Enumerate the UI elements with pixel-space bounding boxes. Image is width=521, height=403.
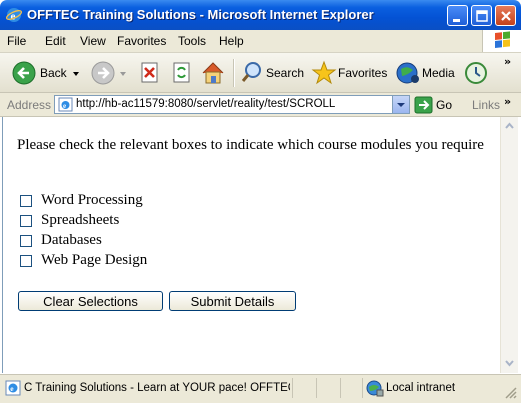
scroll-up-icon[interactable]: [502, 118, 517, 134]
history-icon[interactable]: [463, 58, 489, 88]
refresh-icon[interactable]: [170, 58, 194, 88]
maximize-button[interactable]: [471, 5, 492, 26]
search-button-label[interactable]: Search: [266, 66, 304, 80]
address-input[interactable]: e http://hb-ac11579:8080/servlet/reality…: [54, 95, 410, 114]
status-pane: [292, 378, 315, 398]
address-bar: Address e http://hb-ac11579:8080/servlet…: [0, 93, 521, 117]
databases-checkbox[interactable]: [20, 235, 32, 247]
clear-selections-button[interactable]: Clear Selections: [18, 291, 163, 311]
favorites-button-label[interactable]: Favorites: [338, 66, 387, 80]
status-pane: [316, 378, 339, 398]
vertical-scrollbar[interactable]: [500, 117, 518, 373]
address-url: http://hb-ac11579:8080/servlet/reality/t…: [76, 98, 336, 110]
title-bar[interactable]: e OFFTEC Training Solutions - Microsoft …: [0, 0, 521, 30]
toolbar-overflow-icon[interactable]: »: [504, 55, 511, 68]
media-button-label[interactable]: Media: [422, 66, 455, 80]
windows-logo-icon: [482, 30, 521, 52]
media-icon[interactable]: [395, 58, 421, 88]
back-button-label[interactable]: Back: [40, 66, 67, 80]
search-icon[interactable]: [240, 58, 264, 88]
status-pane: [340, 378, 363, 398]
svg-text:e: e: [63, 102, 66, 110]
favorites-star-icon[interactable]: [311, 58, 337, 88]
module-label: Word Processing: [41, 192, 143, 208]
forward-arrow-icon[interactable]: [90, 58, 116, 88]
links-toolbar[interactable]: Links: [472, 98, 500, 112]
page-status-icon: e: [5, 380, 21, 399]
ie-logo-icon: e: [5, 7, 23, 23]
page-icon: e: [58, 97, 73, 115]
standard-toolbar: Back Search Favorites Media »: [0, 53, 521, 93]
browser-window: e OFFTEC Training Solutions - Microsoft …: [0, 0, 521, 403]
go-label: Go: [436, 98, 453, 112]
module-label: Web Page Design: [41, 252, 148, 268]
back-dropdown-icon[interactable]: [72, 58, 80, 88]
web-page-design-checkbox[interactable]: [20, 255, 32, 267]
instruction-text: Please check the relevant boxes to indic…: [17, 137, 484, 153]
close-button[interactable]: [495, 5, 516, 26]
module-label: Databases: [41, 232, 102, 248]
status-text: C Training Solutions - Learn at YOUR pac…: [24, 382, 290, 394]
word-processing-checkbox[interactable]: [20, 195, 32, 207]
menu-edit[interactable]: Edit: [45, 34, 66, 48]
minimize-button[interactable]: [447, 5, 468, 26]
go-button[interactable]: Go: [412, 96, 460, 114]
menu-tools[interactable]: Tools: [178, 34, 206, 48]
status-bar: e C Training Solutions - Learn at YOUR p…: [0, 374, 521, 403]
resize-grip-icon[interactable]: [504, 386, 518, 403]
menu-file[interactable]: File: [7, 34, 26, 48]
menu-help[interactable]: Help: [219, 34, 244, 48]
page-content: Please check the relevant boxes to indic…: [2, 117, 500, 373]
stop-icon[interactable]: [138, 58, 162, 88]
module-label: Spreadsheets: [41, 212, 120, 228]
menu-view[interactable]: View: [80, 34, 106, 48]
local-intranet-icon: [366, 380, 384, 400]
window-title: OFFTEC Training Solutions - Microsoft In…: [27, 7, 374, 22]
back-arrow-icon[interactable]: [11, 58, 37, 88]
address-dropdown-icon[interactable]: [392, 96, 409, 113]
address-label: Address: [7, 98, 52, 112]
home-icon[interactable]: [200, 58, 226, 88]
links-overflow-icon[interactable]: »: [504, 95, 511, 108]
toolbar-separator: [233, 59, 235, 87]
zone-text: Local intranet: [386, 382, 456, 394]
spreadsheets-checkbox[interactable]: [20, 215, 32, 227]
menu-favorites[interactable]: Favorites: [117, 34, 166, 48]
submit-details-button[interactable]: Submit Details: [169, 291, 296, 311]
forward-dropdown-icon[interactable]: [119, 58, 127, 88]
scroll-down-icon[interactable]: [502, 355, 517, 371]
menu-bar: File Edit View Favorites Tools Help: [0, 30, 521, 53]
